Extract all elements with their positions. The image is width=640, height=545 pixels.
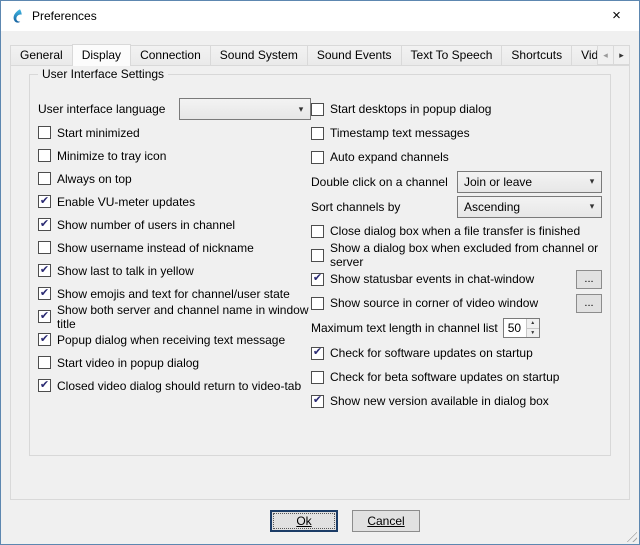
dialog-footer: Ok Cancel (26, 510, 640, 532)
tab-bar: General Display Connection Sound System … (10, 44, 630, 66)
max-text-length-label: Maximum text length in channel list (311, 321, 498, 335)
close-button[interactable]: × (594, 1, 639, 30)
spin-buttons: ▲ ▼ (526, 319, 539, 337)
checkbox-box (38, 333, 51, 346)
chevron-down-icon: ▾ (292, 104, 310, 115)
checkbox-desktops-popup[interactable]: Start desktops in popup dialog (311, 102, 491, 116)
checkbox-show-user-count[interactable]: Show number of users in channel (38, 218, 235, 232)
video-source-browse-button[interactable]: ... (576, 294, 602, 313)
tab-scroll-buttons: ◂ ▸ (597, 45, 630, 65)
checkbox-box (38, 310, 51, 323)
checkbox-close-filetransfer-dialog[interactable]: Close dialog box when a file transfer is… (311, 224, 580, 238)
checkbox-box (311, 347, 324, 360)
spin-up-icon[interactable]: ▲ (527, 319, 539, 329)
checkbox-box (311, 249, 324, 262)
checkbox-excluded-dialog[interactable]: Show a dialog box when excluded from cha… (311, 241, 602, 269)
group-title: User Interface Settings (38, 67, 168, 81)
checkbox-video-return-tab[interactable]: Closed video dialog should return to vid… (38, 379, 301, 393)
checkbox-box (38, 241, 51, 254)
spin-down-icon[interactable]: ▼ (527, 329, 539, 338)
checkbox-box (311, 127, 324, 140)
tab-strip: General Display Connection Sound System … (10, 44, 630, 66)
checkbox-box (311, 371, 324, 384)
checkbox-last-talk-yellow[interactable]: Show last to talk in yellow (38, 264, 194, 278)
double-click-row: Double click on a channel Join or leave … (311, 169, 602, 194)
title-bar[interactable]: Preferences × (1, 1, 639, 31)
checkbox-enable-vu-meter[interactable]: Enable VU-meter updates (38, 195, 195, 209)
statusbar-events-row: Show statusbar events in chat-window ... (311, 267, 602, 291)
statusbar-events-browse-button[interactable]: ... (576, 270, 602, 289)
right-column: Start desktops in popup dialog Timestamp… (311, 97, 602, 413)
checkbox-box (38, 149, 51, 162)
checkbox-box (311, 297, 324, 310)
checkbox-popup-text-message[interactable]: Popup dialog when receiving text message (38, 333, 285, 347)
chevron-down-icon: ▾ (583, 201, 601, 212)
checkbox-minimize-to-tray[interactable]: Minimize to tray icon (38, 149, 166, 163)
checkbox-always-on-top[interactable]: Always on top (38, 172, 132, 186)
checkbox-box (311, 273, 324, 286)
checkbox-check-updates[interactable]: Check for software updates on startup (311, 346, 533, 360)
checkbox-box (311, 103, 324, 116)
checkbox-box (38, 195, 51, 208)
preferences-dialog: Preferences × General Display Connection… (0, 0, 640, 545)
checkbox-video-popup[interactable]: Start video in popup dialog (38, 356, 199, 370)
max-text-length-row: Maximum text length in channel list 50 ▲… (311, 315, 602, 341)
checkbox-show-emojis[interactable]: Show emojis and text for channel/user st… (38, 287, 290, 301)
user-interface-settings-group: User Interface Settings User interface l… (29, 74, 611, 456)
tab-display[interactable]: Display (72, 44, 131, 66)
checkbox-box (311, 395, 324, 408)
max-text-length-spinbox[interactable]: 50 ▲ ▼ (503, 318, 540, 338)
tab-page-display: User Interface Settings User interface l… (10, 65, 630, 500)
app-icon (9, 8, 25, 24)
checkbox-box (38, 172, 51, 185)
checkbox-start-minimized[interactable]: Start minimized (38, 126, 140, 140)
tab-connection[interactable]: Connection (130, 45, 211, 65)
checkbox-statusbar-events[interactable]: Show statusbar events in chat-window (311, 272, 534, 286)
tab-sound-system[interactable]: Sound System (210, 45, 308, 65)
video-source-row: Show source in corner of video window ..… (311, 291, 602, 315)
tab-scroll-right-icon[interactable]: ▸ (613, 45, 630, 65)
checkbox-auto-expand-channels[interactable]: Auto expand channels (311, 150, 449, 164)
checkbox-box (38, 356, 51, 369)
double-click-combo[interactable]: Join or leave ▾ (457, 171, 602, 193)
sort-channels-combo[interactable]: Ascending ▾ (457, 196, 602, 218)
checkbox-new-version-dialog[interactable]: Show new version available in dialog box (311, 394, 549, 408)
checkbox-box (38, 218, 51, 231)
language-row: User interface language ▾ (38, 97, 311, 121)
ok-button[interactable]: Ok (270, 510, 338, 532)
tab-text-to-speech[interactable]: Text To Speech (401, 45, 503, 65)
double-click-label: Double click on a channel (311, 175, 448, 189)
sort-channels-row: Sort channels by Ascending ▾ (311, 194, 602, 219)
chevron-down-icon: ▾ (583, 176, 601, 187)
checkbox-server-channel-title[interactable]: Show both server and channel name in win… (38, 303, 311, 331)
checkbox-box (38, 379, 51, 392)
checkbox-box (38, 126, 51, 139)
left-column: User interface language ▾ Start minimize… (38, 97, 311, 413)
checkbox-video-source-corner[interactable]: Show source in corner of video window (311, 296, 538, 310)
checkbox-check-beta-updates[interactable]: Check for beta software updates on start… (311, 370, 559, 384)
checkbox-show-username[interactable]: Show username instead of nickname (38, 241, 254, 255)
language-combo[interactable]: ▾ (179, 98, 311, 120)
tab-scroll-left-icon[interactable]: ◂ (597, 45, 614, 65)
cancel-button[interactable]: Cancel (352, 510, 420, 532)
checkbox-timestamp-messages[interactable]: Timestamp text messages (311, 126, 470, 140)
checkbox-box (38, 287, 51, 300)
checkbox-box (311, 225, 324, 238)
language-label: User interface language (38, 102, 165, 116)
tab-sound-events[interactable]: Sound Events (307, 45, 402, 65)
window-title: Preferences (32, 9, 97, 23)
sort-channels-label: Sort channels by (311, 200, 400, 214)
checkbox-box (38, 264, 51, 277)
checkbox-box (311, 151, 324, 164)
tab-shortcuts[interactable]: Shortcuts (501, 45, 572, 65)
tab-general[interactable]: General (10, 45, 73, 65)
